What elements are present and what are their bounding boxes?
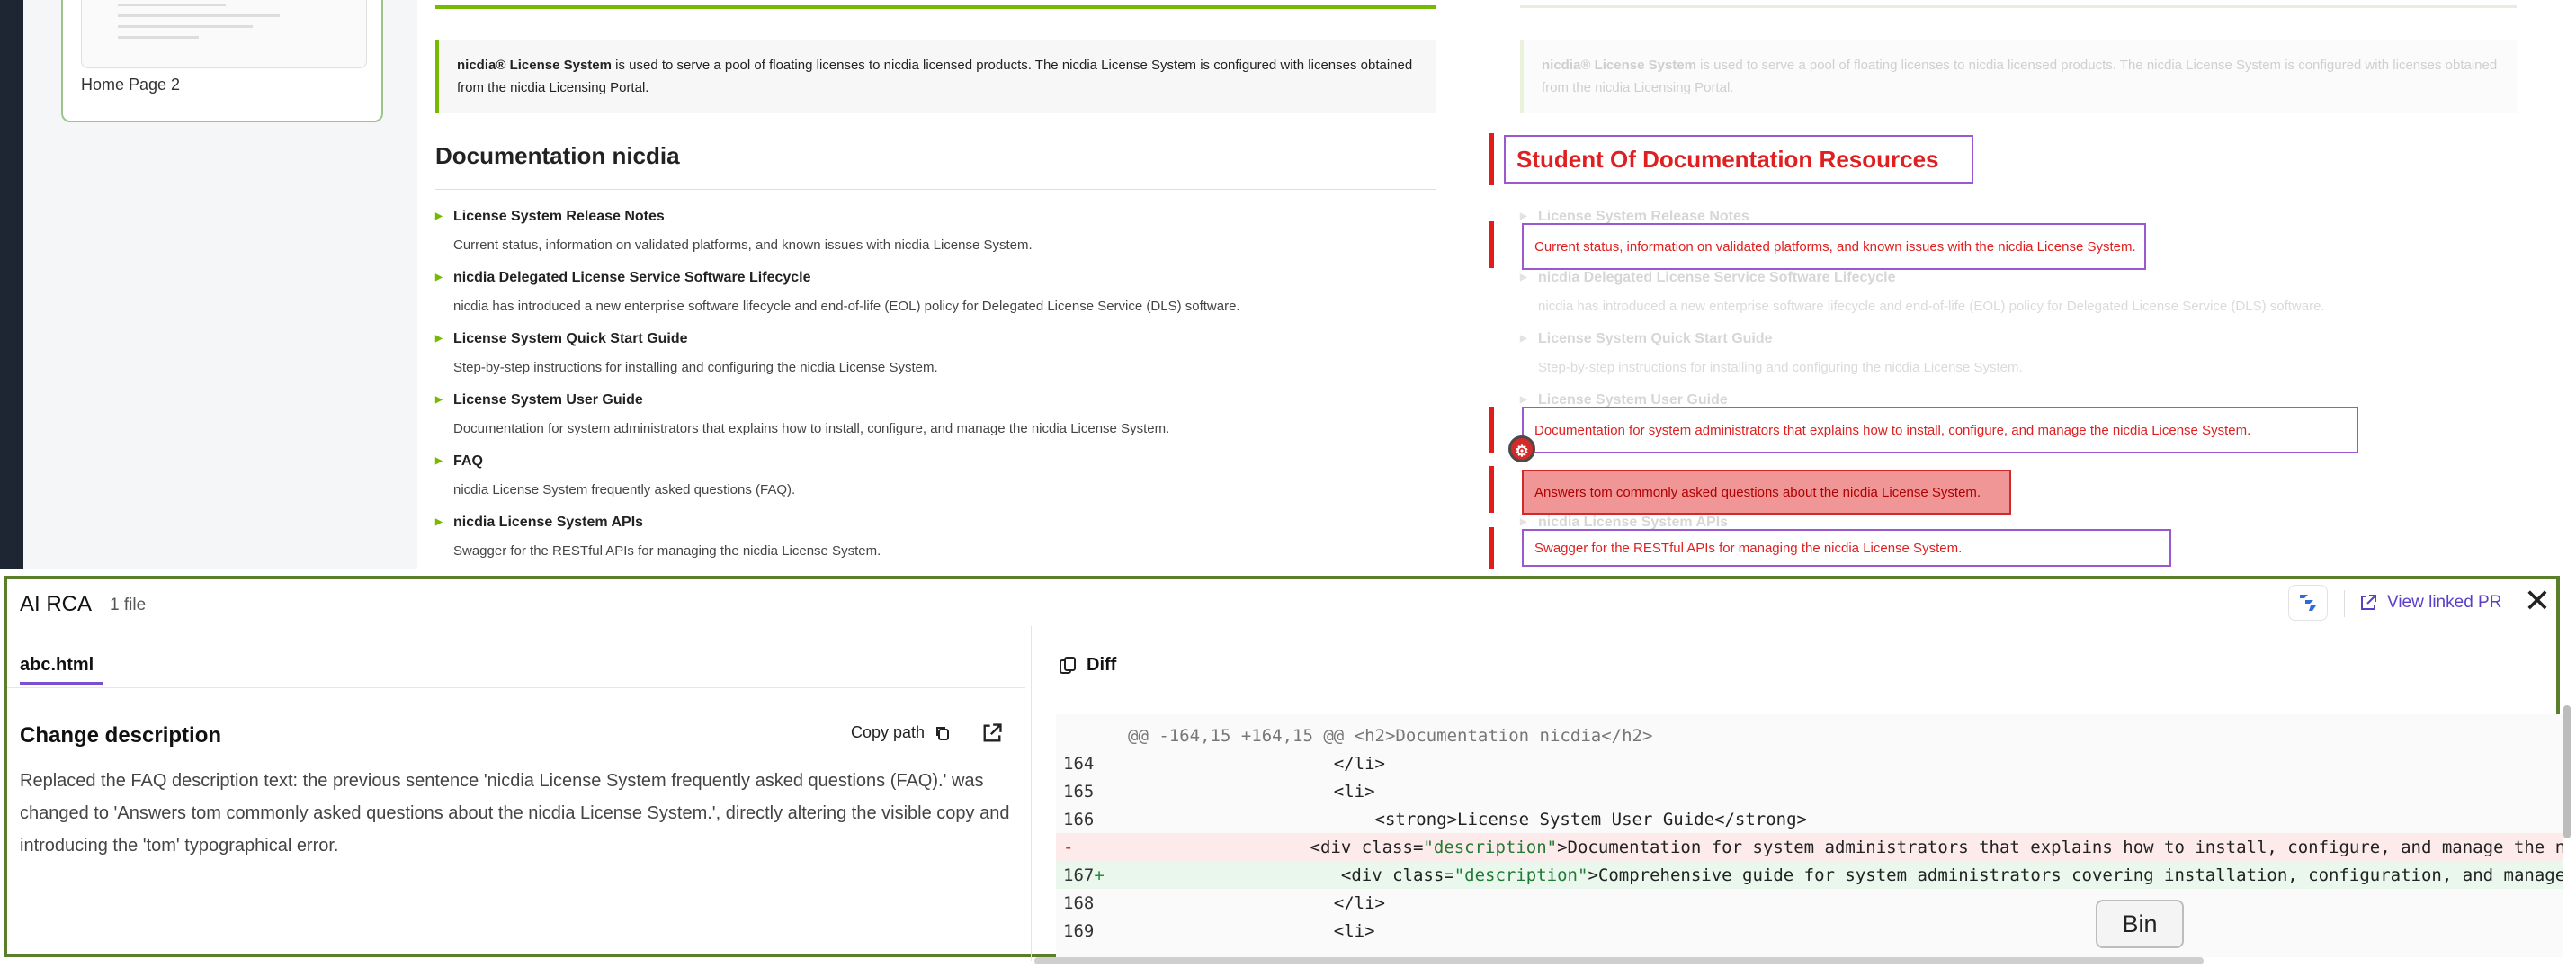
license-callout: nicdia® License System is used to serve … [435,40,1436,113]
bug-icon[interactable]: ⚙ [1508,435,1535,462]
open-file-button[interactable] [980,722,1004,749]
doc-item-faded: License System Quick Start GuideStep-by-… [1520,331,2509,375]
documentation-heading: Documentation nicdia [435,142,680,169]
diff-icon [1060,656,1076,674]
doc-item-faded: nicdia Delegated License Service Softwar… [1520,270,2509,314]
copy-icon [936,726,950,740]
doc-item[interactable]: License System Release NotesCurrent stat… [435,209,1425,253]
jira-icon [2300,595,2316,611]
baseline-page-pane: nicdia® License System is used to serve … [417,0,1488,569]
vertical-scrollbar[interactable] [2563,705,2571,838]
diff-marker [1489,466,1494,513]
page-thumbnail-preview [81,0,367,68]
code-line-added: 167 + <div class="description">Comprehens… [1056,861,2563,889]
hunk-header: @@ -164,15 +164,15 @@ <h2>Documentation … [1128,725,1653,746]
external-link-icon [2361,595,2376,610]
file-count: 1 file [110,596,147,614]
diff-box[interactable]: Current status, information on validated… [1522,223,2146,270]
doc-item[interactable]: License System User GuideDocumentation f… [435,392,1425,436]
page-thumbnail-card[interactable]: Home Page 2 [61,0,383,122]
license-callout-faded: nicdia® License System is used to serve … [1520,40,2517,113]
left-sidebar-strip [0,0,23,569]
panel-header: AI RCA 1 file View linked PR ✕ [7,579,2556,624]
diff-marker [1489,133,1494,185]
code-line: 164 </li> [1063,753,1385,774]
file-tab[interactable]: abc.html [20,655,94,676]
diff-marker [1489,407,1494,453]
diff-tab[interactable]: Diff [1058,655,1116,676]
copy-path-button[interactable]: Copy path [851,723,952,742]
selected-diff-box[interactable]: Answers tom commonly asked questions abo… [1522,470,2011,515]
jira-button[interactable] [2288,585,2328,621]
tooltip: Bin [2096,900,2184,948]
diff-box[interactable]: Documentation for system administrators … [1522,407,2358,453]
change-description-title: Change description [20,723,222,748]
diff-marker [1489,221,1494,268]
code-line: 165 <li> [1063,781,1375,802]
app-frame: Home Page 2 nicdia® License System is us… [0,0,2576,968]
close-icon[interactable]: ✕ [2522,585,2553,617]
doc-item[interactable]: nicdia Delegated License Service Softwar… [435,270,1425,314]
heading-diff-box[interactable]: Student Of Documentation Resources [1504,135,1973,184]
code-line: 169 <li> [1063,920,1375,941]
external-link-icon [983,723,1002,742]
diff-marker [1489,527,1494,569]
doc-item[interactable]: FAQnicdia License System frequently aske… [435,453,1425,497]
code-line-removed: - <div class="description">Documentation… [1056,833,2563,861]
page-thumbnail-label: Home Page 2 [81,76,181,94]
panel-title: AI RCA [20,592,93,616]
change-description-text: Replaced the FAQ description text: the p… [20,771,1010,856]
code-line: 166 <strong>License System User Guide</s… [1063,809,1807,829]
code-line: 168 </li> [1063,892,1385,913]
comparison-page-pane: nicdia® License System is used to serve … [1482,0,2576,569]
view-linked-pr-link[interactable]: View linked PR [2358,588,2501,617]
doc-item[interactable]: nicdia License System APIsSwagger for th… [435,515,1425,559]
diff-code-view: @@ -164,15 +164,15 @@ <h2>Documentation … [1056,714,2563,957]
horizontal-scrollbar[interactable] [1034,957,2204,964]
doc-item[interactable]: License System Quick Start GuideStep-by-… [435,331,1425,375]
diff-box[interactable]: Swagger for the RESTful APIs for managin… [1522,529,2171,567]
